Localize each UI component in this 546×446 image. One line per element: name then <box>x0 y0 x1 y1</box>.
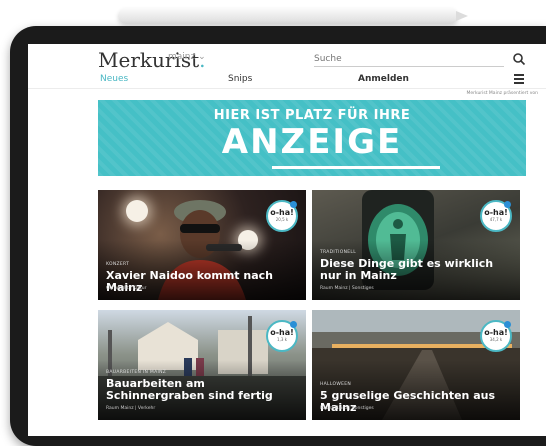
oha-badge[interactable]: o-ha! 47,7 k <box>480 200 512 232</box>
badge-label: o-ha! <box>484 328 508 337</box>
article-card[interactable]: o-ha! 47,7 k TRADITIONELL Diese Dinge gi… <box>312 190 520 300</box>
oha-badge[interactable]: o-ha! 34,2 k <box>480 320 512 352</box>
nav-tab-neues[interactable]: Neues <box>100 74 128 84</box>
badge-dot-icon <box>290 321 297 328</box>
city-label: mainz <box>168 52 196 62</box>
article-card[interactable]: o-ha! 1,3 k BAUARBEITEN IN MAINZ Bauarbe… <box>98 310 306 420</box>
badge-count: 1,3 k <box>277 337 287 342</box>
badge-dot-icon <box>290 201 297 208</box>
ad-title: ANZEIGE <box>221 122 403 162</box>
sponsor-tagline: Merkurist Mainz präsentiert von <box>466 91 538 96</box>
search-icon[interactable] <box>512 52 526 66</box>
badge-dot-icon <box>504 201 511 208</box>
badge-count: 34,2 k <box>489 337 503 342</box>
main-nav: Neues Snips Anmelden <box>28 74 546 88</box>
nav-tab-snips[interactable]: Snips <box>228 74 252 84</box>
card-kicker: HALLOWEEN <box>320 382 352 387</box>
oha-badge[interactable]: o-ha! 1,3 k <box>266 320 298 352</box>
card-kicker: TRADITIONELL <box>320 250 357 255</box>
tablet-frame: Merkurist. mainz ⌄ Neues Snips Anmelden … <box>10 26 546 446</box>
badge-label: o-ha! <box>270 328 294 337</box>
badge-dot-icon <box>504 321 511 328</box>
ad-banner[interactable]: HIER IST PLATZ FÜR IHRE ANZEIGE <box>98 100 526 176</box>
login-link[interactable]: Anmelden <box>358 74 409 84</box>
card-kicker: BAUARBEITEN IN MAINZ <box>106 370 167 375</box>
chevron-down-icon: ⌄ <box>198 52 206 62</box>
hamburger-menu-icon[interactable] <box>514 74 524 84</box>
badge-label: o-ha! <box>484 208 508 217</box>
stage-light <box>126 200 148 222</box>
card-meta: Raum Mainz | Sonstiges <box>320 286 374 291</box>
article-card[interactable]: o-ha! 34,2 k HALLOWEEN 5 gruselige Gesch… <box>312 310 520 420</box>
tablet-screen: Merkurist. mainz ⌄ Neues Snips Anmelden … <box>28 44 546 436</box>
stylus-tip <box>456 11 468 21</box>
card-kicker: KONZERT <box>106 262 130 267</box>
stylus-pencil <box>118 8 468 24</box>
ad-headline: HIER IST PLATZ FÜR IHRE <box>213 108 411 123</box>
oha-badge[interactable]: o-ha! 20,5 k <box>266 200 298 232</box>
badge-count: 47,7 k <box>489 217 503 222</box>
card-meta: Citruslicht | Kultur <box>106 286 147 291</box>
search-input[interactable] <box>314 52 504 67</box>
city-selector[interactable]: mainz ⌄ <box>168 52 206 62</box>
badge-count: 20,5 k <box>275 217 289 222</box>
site-header: Merkurist. mainz ⌄ Neues Snips Anmelden <box>28 44 546 89</box>
badge-label: o-ha! <box>270 208 294 217</box>
card-meta: Raum Mainz | Verkehr <box>106 406 156 411</box>
article-card[interactable]: o-ha! 20,5 k KONZERT Xavier Naidoo kommt… <box>98 190 306 300</box>
card-title[interactable]: Bauarbeiten am Schinnergraben sind ferti… <box>106 378 298 402</box>
card-title[interactable]: Diese Dinge gibt es wirklich nur in Main… <box>320 258 512 282</box>
card-meta: Raum Mainz | Sonstiges <box>320 406 374 411</box>
ad-underline <box>272 166 440 169</box>
